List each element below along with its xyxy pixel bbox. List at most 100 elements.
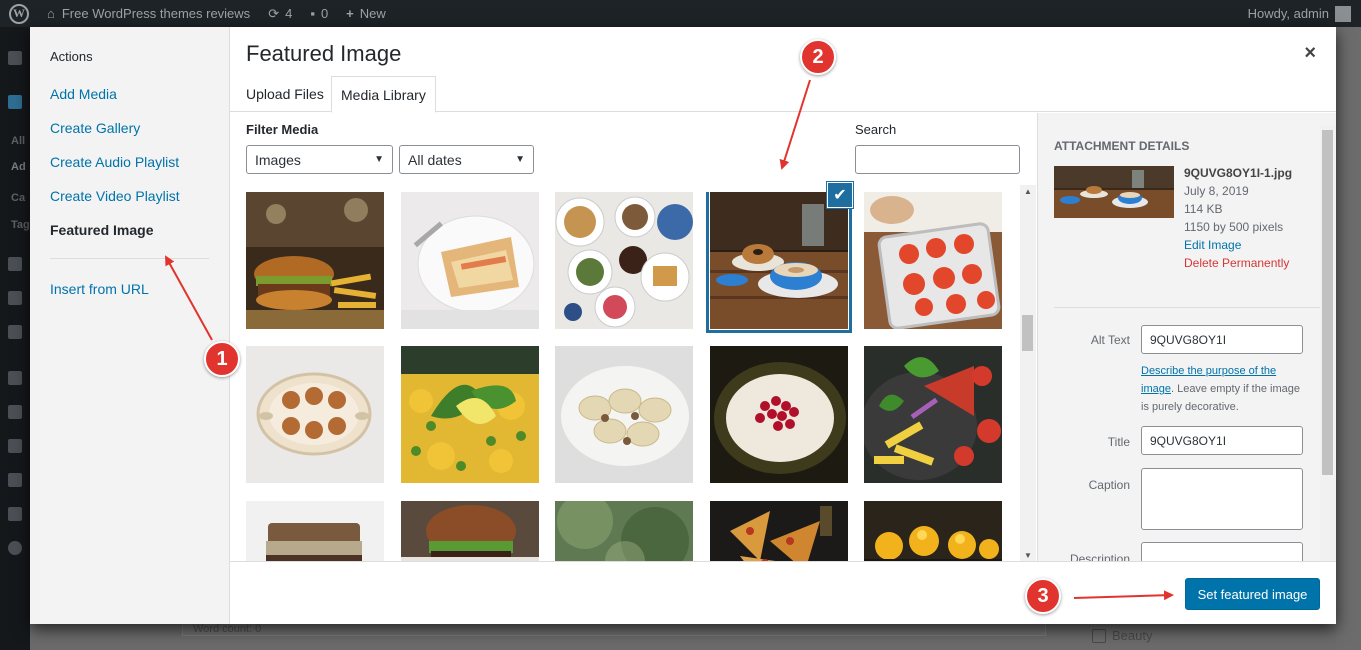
food-image <box>710 192 848 329</box>
annotation-badge-2: 2 <box>800 39 836 75</box>
thumbnail-burger-2[interactable] <box>401 501 539 562</box>
menu-featured-image[interactable]: Featured Image <box>50 222 153 238</box>
sidebar-scrollbar[interactable] <box>1320 125 1336 561</box>
food-image <box>710 346 848 483</box>
delete-permanently-link[interactable]: Delete Permanently <box>1184 254 1292 272</box>
thumbnail-pasta-tomatoes[interactable] <box>864 346 1002 483</box>
settings-icon <box>8 507 22 521</box>
thumbnail-coffee-donut[interactable] <box>710 192 848 329</box>
search-input[interactable] <box>855 145 1020 174</box>
menu-create-video-playlist[interactable]: Create Video Playlist <box>50 188 180 204</box>
thumbnail-burger[interactable] <box>246 192 384 329</box>
background-panel <box>1336 27 1361 650</box>
details-separator <box>1054 307 1322 308</box>
thumbnail-waffle[interactable] <box>401 192 539 329</box>
tab-media-library[interactable]: Media Library <box>331 76 436 113</box>
caption-field[interactable] <box>1141 468 1303 530</box>
avatar <box>1335 5 1351 22</box>
posts-icon <box>8 95 22 109</box>
dashboard-icon <box>8 51 22 65</box>
tab-upload-files[interactable]: Upload Files <box>237 76 333 112</box>
attachment-dimensions: 1150 by 500 pixels <box>1184 220 1284 234</box>
new-content-link[interactable]: + New <box>337 0 395 27</box>
set-featured-image-button[interactable]: Set featured image <box>1185 578 1320 610</box>
selected-check-icon[interactable]: ✔ <box>827 182 853 208</box>
caption-label: Caption <box>1088 478 1130 492</box>
media-modal: Actions Add Media Create Gallery Create … <box>30 27 1336 624</box>
attachment-details-sidebar: ATTACHMENT DETAILS 9QUVG8OY1I-1.jpg July… <box>1037 113 1336 561</box>
date-select[interactable]: All dates ▼ <box>399 145 534 174</box>
modal-toolbar: Set featured image <box>230 561 1336 624</box>
filter-media-label: Filter Media <box>246 122 319 137</box>
alt-text-help: Describe the purpose of the image. Leave… <box>1141 362 1301 416</box>
plugins-icon <box>8 405 22 419</box>
food-image <box>864 346 1002 483</box>
thumbnail-pea-risotto[interactable] <box>401 346 539 483</box>
account-menu[interactable]: Howdy, admin <box>1248 0 1351 27</box>
category-label: Beauty <box>1112 628 1153 643</box>
media-type-value: Images <box>255 151 301 168</box>
attachment-info: 9QUVG8OY1I-1.jpg July 8, 2019 114 KB 115… <box>1184 164 1292 272</box>
thumbnail-breakfast-spread[interactable] <box>555 192 693 329</box>
category-beauty: Beauty <box>1092 628 1152 643</box>
thumbnail-yellow-pastries[interactable] <box>864 501 1002 562</box>
menu-add-media[interactable]: Add Media <box>50 86 117 102</box>
scroll-down-icon[interactable]: ▼ <box>1024 551 1032 560</box>
scrollbar-thumb[interactable] <box>1322 130 1333 475</box>
updates-link[interactable]: ⟳ 4 <box>259 0 301 27</box>
media-icon <box>8 257 22 271</box>
search-label: Search <box>855 122 897 137</box>
title-label: Title <box>1107 435 1130 449</box>
attachments-grid <box>246 192 1021 562</box>
sidebar-fragment: All <box>11 135 26 147</box>
thumbnail-green-blur[interactable] <box>555 501 693 562</box>
attachment-date: July 8, 2019 <box>1184 184 1249 198</box>
date-value: All dates <box>408 151 462 168</box>
description-label: Description <box>1069 552 1130 561</box>
users-icon <box>8 439 22 453</box>
plus-icon: + <box>346 6 354 21</box>
admin-sidebar: All Ad Ca Tag <box>0 27 30 650</box>
background-editor: Word count: 0 Beauty <box>30 622 1336 650</box>
sidebar-fragment: Ca <box>11 192 26 204</box>
food-image <box>401 192 539 329</box>
thumbnail-bruschetta[interactable] <box>864 192 1002 329</box>
thumbnail-steak-sandwich[interactable] <box>246 501 384 562</box>
media-type-select[interactable]: Images ▼ <box>246 145 393 174</box>
updates-count: 4 <box>285 6 293 21</box>
description-field[interactable] <box>1141 542 1303 561</box>
chevron-down-icon: ▼ <box>374 154 384 165</box>
router-tabs: Upload Files Media Library <box>230 76 1336 113</box>
menu-create-audio-playlist[interactable]: Create Audio Playlist <box>50 154 179 170</box>
comment-icon: ▪ <box>310 6 315 21</box>
new-label: New <box>359 6 386 21</box>
menu-create-gallery[interactable]: Create Gallery <box>50 120 140 136</box>
thumbnail-muffins[interactable] <box>246 346 384 483</box>
food-image <box>401 346 539 483</box>
attachment-filesize: 114 KB <box>1184 202 1223 216</box>
thumbnail-ravioli[interactable] <box>555 346 693 483</box>
site-name: Free WordPress themes reviews <box>61 6 251 21</box>
grid-scrollbar[interactable]: ▲ ▼ <box>1020 185 1036 562</box>
howdy-text: Howdy, admin <box>1247 6 1329 21</box>
scroll-up-icon[interactable]: ▲ <box>1024 187 1032 196</box>
attachment-details-heading: ATTACHMENT DETAILS <box>1054 139 1190 153</box>
close-icon[interactable]: × <box>1304 43 1316 63</box>
actions-heading: Actions <box>50 49 93 64</box>
food-image <box>246 192 384 329</box>
site-name-link[interactable]: ⌂ Free WordPress themes reviews <box>38 0 259 27</box>
attachment-filename: 9QUVG8OY1I-1.jpg <box>1184 166 1293 180</box>
wordpress-logo-icon[interactable]: W <box>0 0 38 27</box>
thumbnail-pizza[interactable] <box>710 501 848 562</box>
alt-text-field[interactable]: 9QUVG8OY1I <box>1141 325 1303 354</box>
checkbox <box>1092 628 1106 643</box>
edit-image-link[interactable]: Edit Image <box>1184 236 1292 254</box>
alt-text-label: Alt Text <box>1090 333 1130 347</box>
comments-link[interactable]: ▪ 0 <box>301 0 337 27</box>
title-field[interactable]: 9QUVG8OY1I <box>1141 426 1303 455</box>
thumbnail-rice-pudding[interactable] <box>710 346 848 483</box>
menu-insert-from-url[interactable]: Insert from URL <box>50 281 149 297</box>
tools-icon <box>8 473 22 487</box>
chevron-down-icon: ▼ <box>515 154 525 165</box>
scrollbar-thumb[interactable] <box>1022 315 1033 351</box>
